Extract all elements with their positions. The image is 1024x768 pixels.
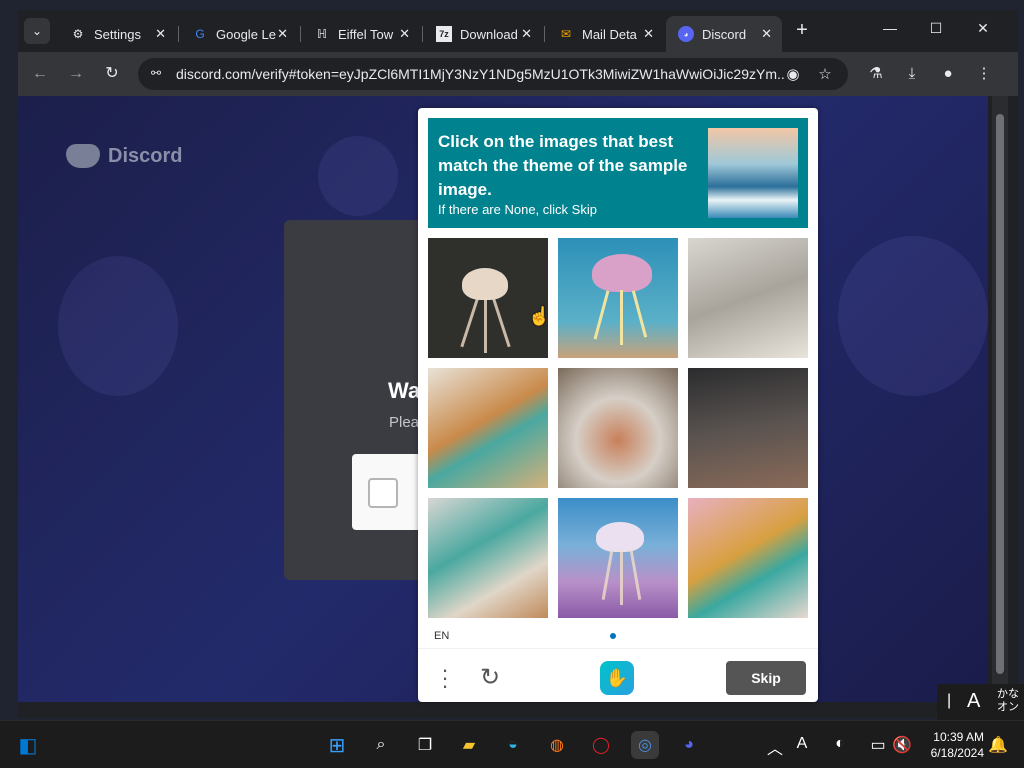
system-clock[interactable]: 10:39 AM 6/18/2024 [922, 729, 984, 761]
page-scrollbar[interactable] [992, 96, 1008, 702]
reload-icon[interactable]: ↻ [102, 64, 122, 84]
tab-google-lens[interactable]: G Google Le ✕ [180, 16, 298, 52]
skip-button[interactable]: Skip [726, 661, 806, 695]
page-indicator-dot [610, 633, 616, 639]
labs-flask-icon[interactable]: ⚗ [866, 64, 886, 84]
grid-image-5[interactable] [558, 368, 678, 488]
language-selector[interactable]: EN [434, 630, 449, 642]
tab-settings[interactable]: ⚙ Settings ✕ [58, 16, 176, 52]
prompt-title: Click on the images that best match the … [438, 132, 688, 199]
discord-taskbar-icon[interactable]: ◕ [675, 731, 703, 759]
grid-image-4[interactable] [428, 368, 548, 488]
image-grid [428, 238, 808, 618]
firefox-icon[interactable]: ◍ [543, 731, 571, 759]
network-icon[interactable]: ▭ [868, 735, 888, 755]
grid-image-2[interactable] [558, 238, 678, 358]
back-icon[interactable]: ← [30, 64, 50, 84]
hcaptcha-challenge: Click on the images that best match the … [418, 108, 818, 702]
sample-image-wave [708, 128, 798, 218]
challenge-prompt: Click on the images that best match the … [428, 118, 808, 228]
grid-image-7[interactable] [428, 498, 548, 618]
close-tab-icon[interactable]: ✕ [155, 26, 166, 42]
start-icon[interactable]: ⊞ [323, 731, 351, 759]
card-subtitle: Plea [389, 414, 420, 431]
download-icon[interactable]: ⤓ [902, 64, 922, 84]
grid-image-6[interactable] [688, 368, 808, 488]
card-title: Wa [388, 378, 421, 403]
new-tab-button[interactable]: + [791, 20, 813, 42]
eiffel-site-icon: ℍ [316, 27, 328, 41]
grid-image-1[interactable] [428, 238, 548, 358]
volume-muted-icon[interactable]: 🔇 [892, 735, 912, 755]
scrollbar-thumb[interactable] [996, 114, 1004, 674]
chrome-icon[interactable]: ◎ [631, 731, 659, 759]
mail-icon: ✉ [560, 27, 572, 41]
close-tab-icon[interactable]: ✕ [277, 26, 288, 42]
grid-image-8[interactable] [558, 498, 678, 618]
address-bar[interactable]: ⚯ discord.com/verify#token=eyJpZCl6MTI1M… [138, 58, 848, 90]
ime-toolbar[interactable]: | A かな オン [937, 684, 1024, 720]
profile-icon[interactable]: ● [938, 64, 958, 84]
file-explorer-icon[interactable]: ▰ [455, 731, 483, 759]
minimize-button[interactable]: — [875, 20, 905, 42]
tab-eiffel-tower[interactable]: ℍ Eiffel Tow ✕ [302, 16, 420, 52]
opera-icon[interactable]: ◯ [587, 731, 615, 759]
ime-mode-label[interactable]: A [967, 690, 980, 713]
maximize-button[interactable]: ☐ [921, 20, 951, 42]
mouse-cursor-icon: ☝ [528, 306, 551, 326]
desktop-icon[interactable]: ◧ [14, 731, 42, 759]
hcaptcha-checkbox[interactable] [368, 478, 398, 508]
menu-dots-icon[interactable]: · · · [438, 659, 452, 697]
browser-toolbar: ← → ↻ ⚯ discord.com/verify#token=eyJpZCl… [18, 52, 1018, 96]
tab-mail[interactable]: ✉ Mail Deta ✕ [546, 16, 664, 52]
download-site-icon: 7z [436, 26, 452, 42]
tab-strip: ⌄ ⚙ Settings ✕ G Google Le ✕ ℍ Eiffel To… [18, 10, 1018, 52]
ime-bar-icon: | [947, 692, 952, 709]
windows-taskbar: ◧ ⊞ ⌕ ❐ ▰ ◒ ◍ ◯ ◎ ◕ ︿ A ◐ ▭ 🔇 10:39 AM 6… [0, 720, 1024, 768]
forward-icon[interactable]: → [66, 64, 86, 84]
refresh-challenge-icon[interactable]: ↻ [476, 664, 504, 692]
ime-indicator-icon[interactable]: A [792, 735, 812, 753]
tray-overflow-icon[interactable]: ︿ [765, 735, 785, 759]
notification-bell-icon[interactable]: 🔔 [988, 735, 1008, 755]
tab-discord[interactable]: ◕ Discord ✕ [666, 16, 782, 52]
ime-kana-label[interactable]: かな オン [997, 688, 1019, 714]
prompt-hint: If there are None, click Skip [438, 202, 597, 217]
close-tab-icon[interactable]: ✕ [521, 26, 532, 42]
focus-icon[interactable]: ◐ [830, 735, 850, 753]
tab-search-button[interactable]: ⌄ [24, 18, 50, 44]
eye-off-icon[interactable]: ◉ [784, 65, 802, 83]
close-tab-icon[interactable]: ✕ [399, 26, 410, 42]
site-settings-icon[interactable]: ⚯ [148, 66, 164, 82]
tab-download[interactable]: 7z Download ✕ [424, 16, 542, 52]
google-lens-icon: G [195, 27, 205, 41]
search-icon[interactable]: ⌕ [367, 731, 395, 759]
close-window-button[interactable]: ✕ [968, 20, 998, 42]
discord-icon [66, 144, 100, 168]
gear-icon: ⚙ [72, 27, 84, 41]
task-view-icon[interactable]: ❐ [411, 731, 439, 759]
grid-image-3[interactable] [688, 238, 808, 358]
close-tab-icon[interactable]: ✕ [761, 26, 772, 42]
edge-icon[interactable]: ◒ [499, 731, 527, 759]
close-tab-icon[interactable]: ✕ [643, 26, 654, 42]
bookmark-star-icon[interactable]: ☆ [816, 65, 834, 83]
menu-kebab-icon[interactable]: ⋮ [974, 64, 994, 84]
hcaptcha-logo-icon[interactable]: ✋ [600, 661, 634, 695]
discord-logo: Discord [66, 144, 182, 168]
grid-image-9[interactable] [688, 498, 808, 618]
discord-icon: ◕ [678, 26, 694, 42]
